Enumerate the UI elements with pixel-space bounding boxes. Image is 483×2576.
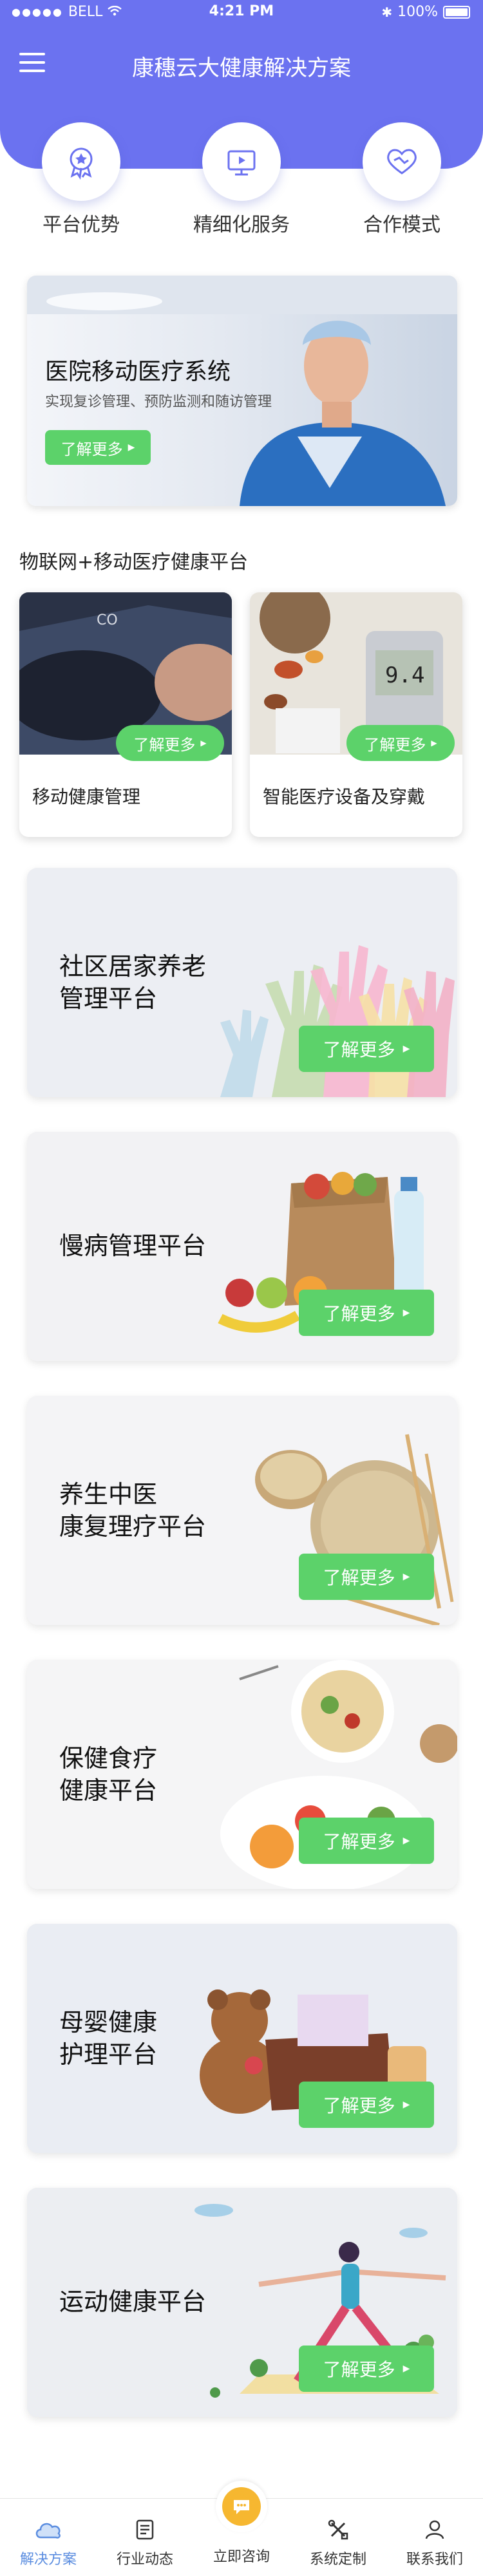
- platform-learn-more-button[interactable]: 了解更多 ▶: [299, 2346, 434, 2392]
- platform-card-dietary[interactable]: 保健食疗 健康平台 了解更多 ▶: [27, 1660, 457, 1889]
- platform-title-line1: 运动健康平台: [59, 2288, 207, 2316]
- platform-title-line2: 健康平台: [59, 1776, 158, 1805]
- smart-device-card[interactable]: 9.4 了解更多 ▶ 智能医疗设备及穿戴: [250, 592, 462, 837]
- platform-learn-more-button[interactable]: 了解更多 ▶: [299, 1818, 434, 1864]
- platform-title: 养生中医 康复理疗平台: [59, 1478, 206, 1543]
- arrow-right-icon: ▶: [128, 442, 135, 453]
- arrow-right-icon: ▶: [402, 1044, 410, 1054]
- handshake-icon: [363, 122, 441, 201]
- arrow-right-icon: ▶: [402, 1308, 410, 1318]
- battery-icon: [443, 5, 470, 19]
- document-icon: [97, 2518, 193, 2544]
- nav-label: 平台优势: [43, 214, 120, 236]
- chat-icon: [222, 2487, 261, 2526]
- platform-title: 社区居家养老 管理平台: [59, 950, 206, 1015]
- platform-title-line1: 慢病管理平台: [59, 1232, 207, 1260]
- banner-learn-more-button[interactable]: 了解更多 ▶: [45, 430, 151, 465]
- battery-label: 100%: [397, 4, 438, 20]
- platform-title: 慢病管理平台: [59, 1230, 206, 1262]
- page-title: 康穗云大健康解决方案: [132, 55, 351, 81]
- platform-title-line1: 社区居家养老: [59, 952, 207, 981]
- button-label: 了解更多: [364, 735, 426, 754]
- arrow-right-icon: ▶: [402, 1572, 410, 1582]
- button-label: 了解更多: [323, 2359, 395, 2380]
- platform-title-line1: 母婴健康: [59, 2008, 158, 2036]
- platform-title-line1: 养生中医: [59, 1480, 158, 1509]
- banner-subtitle: 实现复诊管理、预防监测和随访管理: [45, 394, 272, 410]
- card-learn-more-button[interactable]: 了解更多 ▶: [116, 725, 224, 761]
- card-label: 移动健康管理: [32, 786, 141, 807]
- svg-text:9.4: 9.4: [385, 663, 424, 688]
- presentation-icon: [202, 122, 281, 201]
- button-label: 了解更多: [323, 2095, 395, 2116]
- platform-title-line2: 护理平台: [59, 2040, 158, 2069]
- tab-system-customization[interactable]: 系统定制: [290, 2518, 386, 2568]
- nav-refined-service[interactable]: 精细化服务: [190, 122, 293, 237]
- tab-label: 系统定制: [309, 2552, 366, 2568]
- platform-title: 保健食疗 健康平台: [59, 1742, 157, 1807]
- status-bar: ●●●●● BELL 4:21 PM ✱ 100%: [0, 0, 483, 26]
- section-title: 物联网+移动医疗健康平台: [19, 551, 249, 574]
- tab-contact-us[interactable]: 联系我们: [386, 2518, 483, 2568]
- bluetooth-icon: ✱: [381, 4, 393, 20]
- platform-card-tcm-rehab[interactable]: 养生中医 康复理疗平台 了解更多 ▶: [27, 1396, 457, 1625]
- status-right: ✱ 100%: [381, 4, 470, 20]
- platform-card-maternal-infant[interactable]: 母婴健康 护理平台 了解更多 ▶: [27, 1924, 457, 2153]
- platform-card-chronic-disease[interactable]: 慢病管理平台 了解更多 ▶: [27, 1132, 457, 1361]
- tab-label: 解决方案: [19, 2552, 77, 2568]
- arrow-right-icon: ▶: [402, 2100, 410, 2110]
- cloud-icon: [0, 2518, 97, 2544]
- nav-cooperation-mode[interactable]: 合作模式: [350, 122, 453, 237]
- tools-icon: [290, 2518, 386, 2544]
- platform-title: 母婴健康 护理平台: [59, 2006, 157, 2071]
- banner-title: 医院移动医疗系统: [45, 359, 231, 385]
- platform-learn-more-button[interactable]: 了解更多 ▶: [299, 1026, 434, 1072]
- card-label: 智能医疗设备及穿戴: [263, 786, 426, 807]
- award-icon: [42, 122, 120, 201]
- arrow-right-icon: ▶: [402, 2364, 410, 2374]
- platform-learn-more-button[interactable]: 了解更多 ▶: [299, 1290, 434, 1336]
- svg-text:CO: CO: [97, 612, 118, 628]
- tab-label: 立即咨询: [213, 2549, 270, 2565]
- button-label: 了解更多: [323, 1831, 395, 1852]
- user-icon: [386, 2518, 483, 2544]
- button-label: 了解更多: [61, 440, 123, 458]
- card-learn-more-button[interactable]: 了解更多 ▶: [346, 725, 455, 761]
- platform-title-line2: 管理平台: [59, 984, 158, 1013]
- platform-title-line2: 康复理疗平台: [59, 1512, 207, 1541]
- arrow-right-icon: ▶: [431, 738, 437, 747]
- nav-label: 合作模式: [363, 214, 440, 236]
- button-label: 了解更多: [323, 1039, 395, 1060]
- button-label: 了解更多: [133, 735, 196, 754]
- tab-solutions[interactable]: 解决方案: [0, 2518, 97, 2568]
- mobile-health-card[interactable]: CO 了解更多 ▶ 移动健康管理: [19, 592, 232, 837]
- arrow-right-icon: ▶: [402, 1836, 410, 1846]
- bottom-tab-bar: 解决方案 行业动态 立即咨询 系统定制 联系我们: [0, 2481, 483, 2576]
- platform-learn-more-button[interactable]: 了解更多 ▶: [299, 2082, 434, 2128]
- platform-title-line1: 保健食疗: [59, 1744, 158, 1772]
- platform-learn-more-button[interactable]: 了解更多 ▶: [299, 1554, 434, 1600]
- nav-platform-advantage[interactable]: 平台优势: [30, 122, 133, 237]
- tab-industry-news[interactable]: 行业动态: [97, 2518, 193, 2568]
- arrow-right-icon: ▶: [200, 738, 207, 747]
- consult-button[interactable]: [216, 2481, 267, 2532]
- hospital-system-banner[interactable]: 医院移动医疗系统 实现复诊管理、预防监测和随访管理 了解更多 ▶: [27, 276, 457, 506]
- platform-card-elderly-care[interactable]: 社区居家养老 管理平台 了解更多 ▶: [27, 868, 457, 1097]
- button-label: 了解更多: [323, 1303, 395, 1324]
- tab-label: 行业动态: [116, 2552, 173, 2568]
- button-label: 了解更多: [323, 1567, 395, 1588]
- tab-label: 联系我们: [406, 2552, 463, 2568]
- nav-label: 精细化服务: [193, 214, 290, 236]
- platform-title: 运动健康平台: [59, 2286, 206, 2318]
- platform-card-sports-health[interactable]: 运动健康平台 了解更多 ▶: [27, 2188, 457, 2417]
